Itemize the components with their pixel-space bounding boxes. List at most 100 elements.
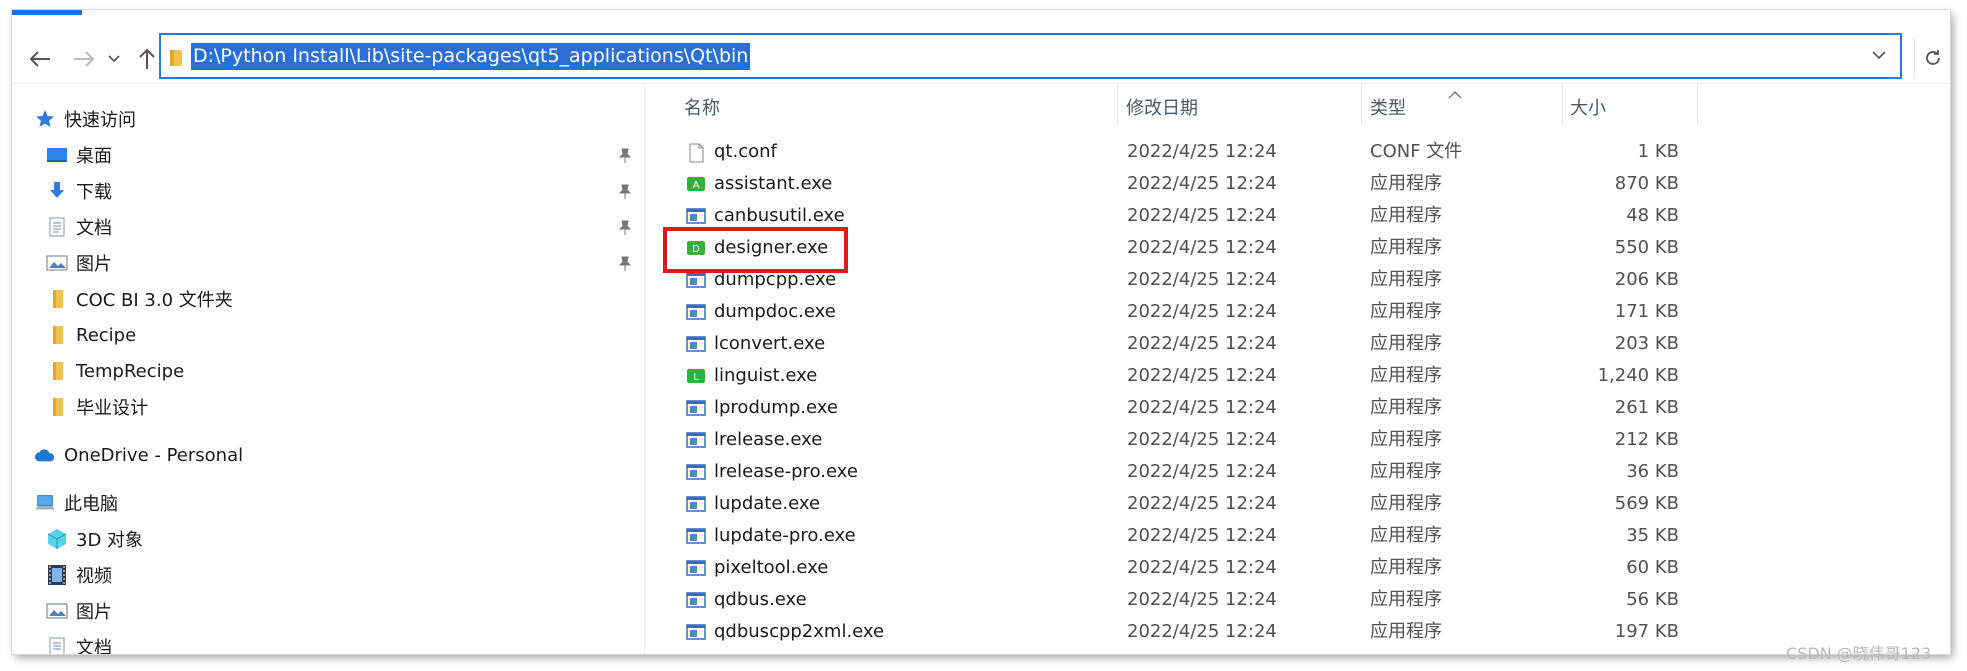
file-modified-date: 2022/4/25 12:24 <box>1127 301 1277 322</box>
sidebar-item-label: 图片 <box>76 254 112 275</box>
sidebar-item-folder[interactable]: TempRecipe <box>46 354 184 388</box>
exe-app-icon <box>686 271 706 289</box>
file-row[interactable]: lconvert.exe 2022/4/25 12:24 应用程序 203 KB <box>652 328 1679 360</box>
sidebar-item-documents[interactable]: 文档 <box>46 210 112 244</box>
sidebar-item-folder[interactable]: COC BI 3.0 文件夹 <box>46 282 233 316</box>
file-type: 应用程序 <box>1370 461 1442 482</box>
file-row[interactable]: Llinguist.exe 2022/4/25 12:24 应用程序 1,240 KB <box>652 360 1679 392</box>
file-size: 60 KB <box>1626 557 1679 578</box>
sidebar-item-folder[interactable]: 毕业设计 <box>46 390 148 424</box>
file-modified-date: 2022/4/25 12:24 <box>1127 621 1277 642</box>
file-name: pixeltool.exe <box>714 557 829 578</box>
column-divider[interactable] <box>1117 84 1118 124</box>
sidebar-item-onedrive[interactable]: OneDrive - Personal <box>34 438 243 472</box>
back-arrow-icon[interactable] <box>26 45 54 73</box>
address-path[interactable]: D:\Python Install\Lib\site-packages\qt5_… <box>191 43 751 70</box>
column-header-type[interactable]: 类型 <box>1370 90 1406 128</box>
file-name: dumpdoc.exe <box>714 301 836 322</box>
file-size: 569 KB <box>1614 493 1679 514</box>
file-size: 1,240 KB <box>1597 365 1679 386</box>
folder-icon <box>46 396 68 418</box>
file-size: 212 KB <box>1614 429 1679 450</box>
file-size: 197 KB <box>1614 621 1679 642</box>
sidebar-item-label: 视频 <box>76 566 112 587</box>
sidebar-item-folder[interactable]: Recipe <box>46 318 136 352</box>
file-modified-date: 2022/4/25 12:24 <box>1127 429 1277 450</box>
exe-app-icon <box>686 431 706 449</box>
file-type: CONF 文件 <box>1370 141 1463 162</box>
column-header-name[interactable]: 名称 <box>684 90 720 128</box>
watermark: CSDN @晓伟哥123 <box>1786 644 1932 663</box>
file-row[interactable]: lrelease-pro.exe 2022/4/25 12:24 应用程序 36 KB <box>652 456 1679 488</box>
exe-app-icon <box>686 527 706 545</box>
sidebar-item-desktop[interactable]: 桌面 <box>46 138 112 172</box>
file-row[interactable]: qdbus.exe 2022/4/25 12:24 应用程序 56 KB <box>652 584 1679 616</box>
file-size: 550 KB <box>1614 237 1679 258</box>
file-modified-date: 2022/4/25 12:24 <box>1127 525 1277 546</box>
sidebar-item-quick-access[interactable]: 快速访问 <box>34 102 136 136</box>
blank-file-icon <box>686 143 706 163</box>
file-size: 870 KB <box>1614 173 1679 194</box>
file-modified-date: 2022/4/25 12:24 <box>1127 397 1277 418</box>
file-type: 应用程序 <box>1370 397 1442 418</box>
file-row[interactable]: lprodump.exe 2022/4/25 12:24 应用程序 261 KB <box>652 392 1679 424</box>
sidebar-item-documents[interactable]: 文档 <box>46 630 112 654</box>
cloud-icon <box>34 444 56 466</box>
column-header-date[interactable]: 修改日期 <box>1126 90 1198 128</box>
sidebar-item-label: 桌面 <box>76 146 112 167</box>
recent-dropdown-icon[interactable] <box>106 45 122 73</box>
exe-app-icon <box>686 207 706 225</box>
file-modified-date: 2022/4/25 12:24 <box>1127 269 1277 290</box>
column-header-size[interactable]: 大小 <box>1570 90 1606 128</box>
highlight-box <box>663 227 848 273</box>
file-type: 应用程序 <box>1370 429 1442 450</box>
file-modified-date: 2022/4/25 12:24 <box>1127 205 1277 226</box>
up-arrow-icon[interactable] <box>133 45 161 73</box>
file-row[interactable]: dumpdoc.exe 2022/4/25 12:24 应用程序 171 KB <box>652 296 1679 328</box>
sidebar-item-pictures[interactable]: 图片 <box>46 594 112 628</box>
file-name: qdbus.exe <box>714 589 807 610</box>
documents-icon <box>46 216 68 238</box>
sidebar-item-label: 文档 <box>76 218 112 239</box>
sidebar-item-downloads[interactable]: 下载 <box>46 174 112 208</box>
file-row[interactable]: qt.conf 2022/4/25 12:24 CONF 文件 1 KB <box>652 136 1679 168</box>
column-divider[interactable] <box>1361 84 1362 124</box>
file-name: qt.conf <box>714 141 777 162</box>
column-divider[interactable] <box>1697 84 1698 124</box>
videos-icon <box>46 564 68 586</box>
refresh-icon[interactable] <box>1914 38 1950 78</box>
green-A-app-icon: A <box>686 175 706 193</box>
file-row[interactable]: lupdate-pro.exe 2022/4/25 12:24 应用程序 35 KB <box>652 520 1679 552</box>
file-row[interactable]: pixeltool.exe 2022/4/25 12:24 应用程序 60 KB <box>652 552 1679 584</box>
file-size: 203 KB <box>1614 333 1679 354</box>
file-name: lrelease-pro.exe <box>714 461 858 482</box>
documents-icon <box>46 636 68 654</box>
file-size: 56 KB <box>1626 589 1679 610</box>
sidebar-item-label: 快速访问 <box>64 110 136 131</box>
pin-icon[interactable] <box>618 184 632 204</box>
svg-text:L: L <box>693 372 699 383</box>
forward-arrow-icon[interactable] <box>70 45 98 73</box>
file-modified-date: 2022/4/25 12:24 <box>1127 237 1277 258</box>
pin-icon[interactable] <box>618 220 632 240</box>
pane-divider <box>644 84 645 654</box>
exe-app-icon <box>686 591 706 609</box>
sidebar-item-videos[interactable]: 视频 <box>46 558 112 592</box>
file-row[interactable]: lupdate.exe 2022/4/25 12:24 应用程序 569 KB <box>652 488 1679 520</box>
sidebar-item-this-pc[interactable]: 此电脑 <box>34 486 118 520</box>
column-divider[interactable] <box>1562 84 1563 124</box>
navigation-pane: 快速访问 桌面 下载 文档 图片 COC BI 3.0 文件夹 Recipe T… <box>12 84 644 654</box>
address-dropdown-icon[interactable] <box>1872 45 1886 64</box>
file-size: 48 KB <box>1626 205 1679 226</box>
pin-icon[interactable] <box>618 148 632 168</box>
file-row[interactable]: qdbuscpp2xml.exe 2022/4/25 12:24 应用程序 197 K… <box>652 616 1679 648</box>
file-row[interactable]: Aassistant.exe 2022/4/25 12:24 应用程序 870 KB <box>652 168 1679 200</box>
sidebar-item-pictures[interactable]: 图片 <box>46 246 112 280</box>
pin-icon[interactable] <box>618 256 632 276</box>
address-bar[interactable]: D:\Python Install\Lib\site-packages\qt5_… <box>159 33 1902 79</box>
3d-objects-icon <box>46 528 68 550</box>
file-row[interactable]: lrelease.exe 2022/4/25 12:24 应用程序 212 KB <box>652 424 1679 456</box>
sidebar-item-3d-objects[interactable]: 3D 对象 <box>46 522 143 556</box>
sidebar-item-label: 毕业设计 <box>76 398 148 419</box>
svg-text:A: A <box>693 180 700 191</box>
